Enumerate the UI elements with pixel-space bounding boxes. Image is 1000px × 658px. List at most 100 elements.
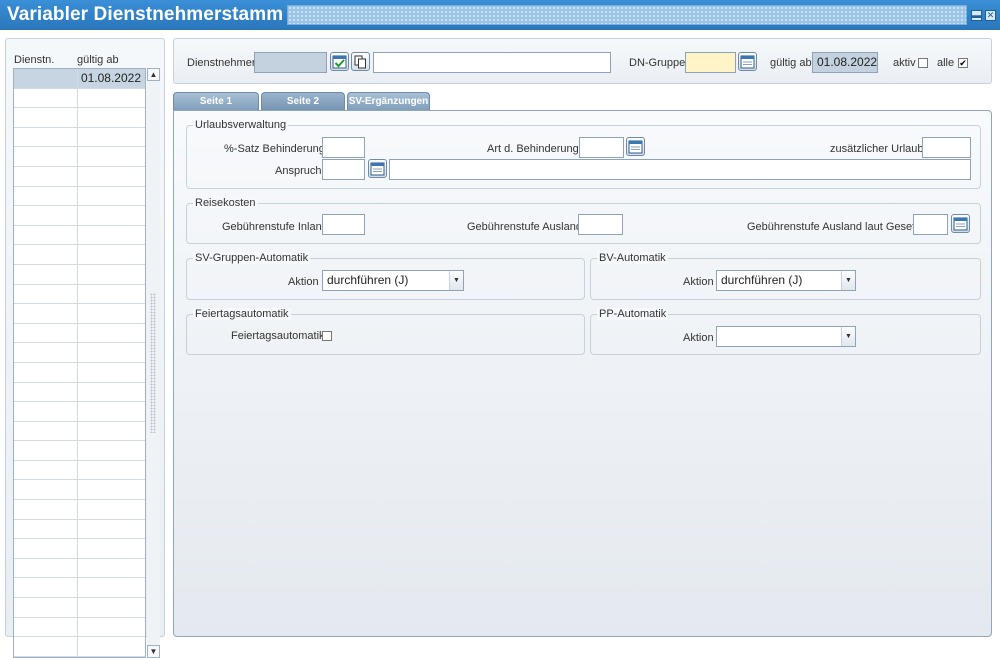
- table-row[interactable]: [14, 558, 145, 579]
- chevron-down-icon[interactable]: ▼: [841, 271, 855, 290]
- gueltig-ab-cell: [78, 480, 145, 499]
- gueltig-ab-cell: [78, 520, 145, 539]
- table-row[interactable]: [14, 421, 145, 442]
- scroll-up-icon[interactable]: ▲: [147, 68, 160, 81]
- table-row[interactable]: [14, 88, 145, 109]
- gueltig-ab-cell: [78, 285, 145, 304]
- chevron-down-icon[interactable]: ▼: [449, 271, 463, 290]
- table-row[interactable]: [14, 402, 145, 422]
- prozent-behinderung-label: %-Satz Behinderung: [224, 143, 325, 155]
- table-row[interactable]: [14, 598, 145, 618]
- feiertagsautomatik-checkbox[interactable]: [322, 331, 332, 341]
- table-row[interactable]: 01.08.2022: [14, 69, 145, 89]
- zusaetzlicher-urlaub-input[interactable]: [922, 137, 971, 158]
- table-row[interactable]: [14, 480, 145, 501]
- prozent-behinderung-input[interactable]: [322, 137, 365, 158]
- table-row[interactable]: [14, 578, 145, 599]
- dienstn-cell: [14, 186, 78, 206]
- table-row[interactable]: [14, 382, 145, 403]
- bv-automatik-group: BV-Automatik Aktion durchführen (J) ▼: [590, 252, 981, 300]
- pp-aktion-select[interactable]: ▼: [716, 326, 856, 347]
- dienstn-cell: [14, 558, 78, 578]
- table-row[interactable]: [14, 186, 145, 207]
- header-panel: Dienstnehmer DN-Gruppe gültig ab 01.08.2…: [173, 38, 992, 84]
- minimize-icon[interactable]: ▬: [971, 9, 982, 21]
- aktiv-checkbox[interactable]: [918, 58, 928, 68]
- table-row[interactable]: [14, 519, 145, 540]
- table-row[interactable]: [14, 206, 145, 226]
- sv-aktion-label: Aktion: [288, 276, 319, 288]
- table-row[interactable]: [14, 500, 145, 520]
- table-row[interactable]: [14, 108, 145, 128]
- reisekosten-title: Reisekosten: [193, 197, 258, 209]
- calendar-icon[interactable]: [738, 52, 757, 71]
- gueltig-ab-cell: 01.08.2022: [78, 69, 145, 88]
- table-row[interactable]: [14, 460, 145, 481]
- table-row[interactable]: [14, 127, 145, 148]
- list-header-dienstn: Dienstn.: [14, 54, 55, 66]
- sv-aktion-value: durchführen (J): [327, 273, 409, 287]
- table-row[interactable]: [14, 147, 145, 167]
- table-row[interactable]: [14, 245, 145, 265]
- gebuehrenstufe-inland-input[interactable]: [322, 214, 365, 235]
- dienstnehmer-input[interactable]: [254, 52, 327, 73]
- anspruch-description-input[interactable]: [389, 159, 971, 180]
- close-icon[interactable]: ✕: [985, 9, 996, 21]
- tab-seite-2[interactable]: Seite 2: [261, 92, 345, 111]
- employee-list-panel: Dienstn. gültig ab 01.08.2022 ▲ ▼: [5, 38, 165, 658]
- bv-aktion-select[interactable]: durchführen (J) ▼: [716, 270, 856, 291]
- gueltig-ab-input[interactable]: 01.08.2022: [812, 52, 878, 73]
- gebuehrenstufe-inland-label: Gebührenstufe Inland: [222, 221, 328, 233]
- table-row[interactable]: [14, 637, 145, 657]
- gueltig-ab-cell: [78, 618, 145, 637]
- table-row[interactable]: [14, 304, 145, 324]
- dienstn-cell: [14, 402, 78, 421]
- dienstn-cell: [14, 578, 78, 598]
- zusaetzlicher-urlaub-label: zusätzlicher Urlaub: [830, 143, 924, 155]
- dienstnehmer-name-input[interactable]: [373, 52, 611, 73]
- calendar-icon[interactable]: [626, 137, 645, 156]
- dienstn-cell: [14, 166, 78, 186]
- employee-grid[interactable]: 01.08.2022: [13, 68, 146, 658]
- gueltig-ab-cell: [78, 245, 145, 264]
- table-row[interactable]: [14, 539, 145, 559]
- gueltig-ab-label: gültig ab: [770, 57, 812, 69]
- dienstn-cell: [14, 206, 78, 225]
- art-behinderung-input[interactable]: [579, 137, 624, 158]
- gueltig-ab-cell: [78, 441, 145, 460]
- gebuehrenstufe-ausland-gesetz-label: Gebührenstufe Ausland laut Gesetz: [747, 221, 921, 233]
- calendar-icon[interactable]: [368, 159, 387, 178]
- tab-seite-1[interactable]: Seite 1: [173, 92, 259, 111]
- dienstn-cell: [14, 441, 78, 460]
- table-row[interactable]: [14, 225, 145, 246]
- gueltig-ab-cell: [78, 206, 145, 225]
- feiertagsautomatik-title: Feiertagsautomatik: [193, 308, 291, 320]
- tab-sv-ergaenzungen[interactable]: SV-Ergänzungen: [347, 92, 430, 111]
- list-scrollbar[interactable]: ▲ ▼: [147, 68, 160, 658]
- scroll-grip[interactable]: [150, 293, 156, 433]
- copy-icon[interactable]: [351, 52, 370, 71]
- scroll-down-icon[interactable]: ▼: [147, 645, 160, 658]
- anspruch-input[interactable]: [322, 159, 365, 180]
- anspruch-label: Anspruch: [275, 165, 322, 177]
- dn-gruppe-input[interactable]: [685, 52, 736, 73]
- calendar-icon[interactable]: [951, 214, 970, 233]
- dienstn-cell: [14, 88, 78, 108]
- table-row[interactable]: [14, 323, 145, 344]
- table-row[interactable]: [14, 284, 145, 305]
- alle-checkbox[interactable]: ✔: [958, 58, 968, 68]
- gebuehrenstufe-ausland-input[interactable]: [578, 214, 623, 235]
- table-row[interactable]: [14, 343, 145, 363]
- dienstn-cell: [14, 421, 78, 441]
- table-row[interactable]: [14, 264, 145, 285]
- gebuehrenstufe-ausland-label: Gebührenstufe Ausland: [467, 221, 582, 233]
- calendar-check-icon[interactable]: [330, 52, 349, 71]
- table-row[interactable]: [14, 441, 145, 461]
- gebuehrenstufe-ausland-gesetz-input[interactable]: [913, 214, 948, 235]
- table-row[interactable]: [14, 362, 145, 383]
- table-row[interactable]: [14, 166, 145, 187]
- sv-aktion-select[interactable]: durchführen (J) ▼: [322, 270, 464, 291]
- chevron-down-icon[interactable]: ▼: [841, 327, 855, 346]
- table-row[interactable]: [14, 617, 145, 638]
- dienstn-cell: [14, 245, 78, 264]
